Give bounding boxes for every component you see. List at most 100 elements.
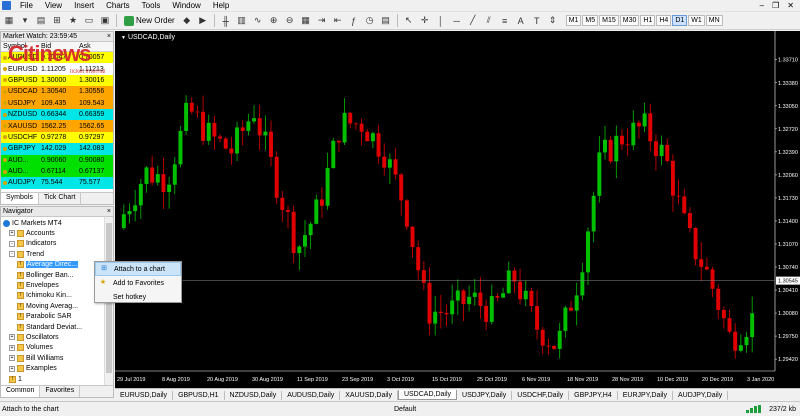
templates-icon[interactable]: ▤ — [379, 14, 393, 28]
chart-tab[interactable]: AUDUSD,Daily — [282, 390, 341, 400]
chart-tab[interactable]: GBPUSD,H1 — [173, 390, 225, 400]
tree-item[interactable]: f Bollinger Ban... — [17, 270, 73, 280]
market-watch-row[interactable]: NZDUSD 0.66344 0.66359 — [1, 108, 113, 121]
close-icon[interactable]: × — [107, 33, 113, 40]
expand-icon[interactable]: + — [9, 334, 15, 341]
tree-item[interactable]: f1 — [9, 374, 22, 384]
expand-icon[interactable]: + — [9, 355, 15, 362]
restore-icon[interactable]: ❐ — [772, 1, 779, 10]
expand-icon[interactable]: + — [9, 344, 15, 351]
indicators-icon[interactable]: ƒ — [347, 14, 361, 28]
timeframe-m30[interactable]: M30 — [619, 15, 640, 26]
equidistant-channel-icon[interactable]: ⫽ — [482, 14, 496, 28]
auto-trading-icon[interactable]: ▶ — [196, 14, 210, 28]
chart-tab[interactable]: GBPJPY,H4 — [569, 390, 618, 400]
timeframe-w1[interactable]: W1 — [688, 15, 705, 26]
chart-tab[interactable]: EURJPY,Daily — [618, 390, 673, 400]
menu-window[interactable]: Window — [166, 1, 206, 10]
zoom-in-icon[interactable]: ⊕ — [267, 14, 281, 28]
tile-windows-icon[interactable]: ▦ — [299, 14, 313, 28]
chart-tab[interactable]: USDCHF,Daily — [512, 390, 570, 400]
timeframe-h4[interactable]: H4 — [656, 15, 672, 26]
tree-item[interactable]: IC Markets MT4 — [3, 218, 62, 228]
line-chart-icon[interactable]: ∿ — [251, 14, 265, 28]
candlestick-icon[interactable]: ▥ — [235, 14, 249, 28]
terminal-icon[interactable]: ▭ — [82, 14, 96, 28]
tree-item[interactable]: - Trend — [9, 249, 44, 259]
menu-tools[interactable]: Tools — [136, 1, 167, 10]
market-watch-row[interactable]: AUD... 0.90060 0.90080 — [1, 154, 113, 166]
menu-insert[interactable]: Insert — [68, 1, 100, 10]
menu-item-attach-to-chart[interactable]: ⊞ Attach to a chart — [95, 262, 181, 276]
market-watch-row[interactable]: AUDJPY 75.544 75.577 — [1, 177, 113, 189]
fibonacci-icon[interactable]: ≡ — [498, 14, 512, 28]
horizontal-line-icon[interactable]: ─ — [450, 14, 464, 28]
candlestick-chart[interactable]: 1.33710 1.33380 1.33050 1.32720 1.32390 1.320… — [115, 31, 800, 388]
market-watch-row[interactable]: XAUUSD 1562.25 1562.65 — [1, 120, 113, 132]
chart-shift-icon[interactable]: ⇤ — [331, 14, 345, 28]
vertical-line-icon[interactable]: │ — [434, 14, 448, 28]
market-watch-row[interactable]: AUD... 0.67114 0.67137 — [1, 165, 113, 178]
chart-window[interactable]: USDCAD,Daily 1.33710 1.33380 1.33050 1.3272… — [115, 31, 800, 388]
timeframe-d1[interactable]: D1 — [672, 15, 688, 26]
tree-item[interactable]: f Envelopes — [17, 280, 59, 290]
tree-item[interactable]: f Standard Deviat... — [17, 322, 82, 332]
expand-icon[interactable]: + — [9, 365, 15, 372]
bar-chart-icon[interactable]: ╫ — [219, 14, 233, 28]
metaeditor-icon[interactable]: ◆ — [180, 14, 194, 28]
expand-icon[interactable]: + — [9, 230, 15, 237]
profiles-icon[interactable]: ▾ — [18, 14, 32, 28]
periods-icon[interactable]: ◷ — [363, 14, 377, 28]
market-watch-icon[interactable]: ▤ — [34, 14, 48, 28]
tree-item[interactable]: f Ichimoku Kin... — [17, 291, 72, 301]
tree-item[interactable]: + Volumes — [9, 343, 53, 353]
market-watch-row[interactable]: GBPJPY 142.029 142.083 — [1, 143, 113, 155]
timeframe-m15[interactable]: M15 — [599, 15, 619, 26]
tree-item[interactable]: + Bill Williams — [9, 353, 63, 363]
data-window-icon[interactable]: ⊞ — [50, 14, 64, 28]
market-watch-row[interactable]: EURUSD 1.11205 1.11213 — [1, 63, 113, 74]
column-header-ask[interactable]: Ask — [77, 43, 113, 50]
chart-tab[interactable]: NZDUSD,Daily — [225, 390, 283, 400]
menu-item-set-hotkey[interactable]: Set hotkey — [95, 290, 181, 304]
tab-common[interactable]: Common — [1, 386, 41, 397]
menu-view[interactable]: View — [39, 1, 68, 10]
cursor-icon[interactable]: ↖ — [402, 14, 416, 28]
market-watch-row[interactable]: AUDUSD 0.70047 0.70057 — [1, 52, 113, 64]
menu-charts[interactable]: Charts — [100, 1, 136, 10]
tree-item[interactable]: f Parabolic SAR — [17, 312, 72, 322]
tree-item[interactable]: + Oscillators — [9, 332, 59, 342]
chart-tab[interactable]: EURUSD,Daily — [115, 390, 174, 400]
menu-item-add-to-favorites[interactable]: ★ Add to Favorites — [95, 276, 181, 290]
new-order-button[interactable]: New Order — [121, 14, 178, 28]
close-icon[interactable]: ✕ — [787, 1, 794, 10]
market-watch-row[interactable]: GBPUSD 1.30000 1.30016 — [1, 74, 113, 87]
trendline-icon[interactable]: ╱ — [466, 14, 480, 28]
market-watch-row[interactable]: USDJPY 109.435 109.543 — [1, 97, 113, 109]
chart-tab[interactable]: AUDJPY,Daily — [673, 390, 729, 400]
collapse-icon[interactable]: - — [9, 251, 15, 258]
tree-item[interactable]: f Average Direc... — [17, 260, 79, 270]
collapse-icon[interactable]: - — [9, 240, 15, 247]
text-label-icon[interactable]: T — [530, 14, 544, 28]
market-watch-row[interactable]: USDCHF 0.97278 0.97297 — [1, 131, 113, 144]
timeframe-mn[interactable]: MN — [705, 15, 723, 26]
tab-favorites[interactable]: Favorites — [40, 386, 81, 397]
chart-tab[interactable]: USDJPY,Daily — [457, 390, 513, 400]
tab-symbols[interactable]: Symbols — [1, 193, 39, 204]
menu-file[interactable]: File — [14, 1, 39, 10]
close-icon[interactable]: × — [107, 208, 113, 215]
timeframe-m5[interactable]: M5 — [582, 15, 599, 26]
crosshair-icon[interactable]: ✛ — [418, 14, 432, 28]
chart-tab[interactable]: USDCAD,Daily — [397, 390, 458, 400]
tester-icon[interactable]: ▣ — [98, 14, 112, 28]
minimize-icon[interactable]: – — [760, 1, 764, 10]
arrows-icon[interactable]: ⇕ — [546, 14, 560, 28]
navigator-icon[interactable]: ★ — [66, 14, 80, 28]
new-chart-icon[interactable]: ▦ — [2, 14, 16, 28]
column-header-bid[interactable]: Bid — [39, 43, 77, 50]
market-watch-row[interactable]: USDCAD 1.30540 1.30556 — [1, 86, 113, 98]
menu-help[interactable]: Help — [207, 1, 235, 10]
tab-tick-chart[interactable]: Tick Chart — [39, 193, 82, 204]
tree-item[interactable]: + Examples — [9, 364, 57, 374]
